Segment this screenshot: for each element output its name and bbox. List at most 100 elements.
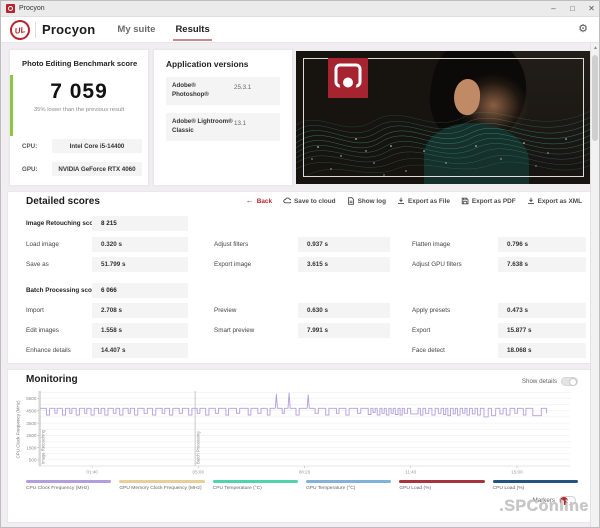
metric-label: Save as: [26, 261, 49, 268]
score-indicator-bar: [10, 75, 13, 136]
svg-text:3500: 3500: [26, 421, 37, 426]
legend-label: GPU Temperature (°C): [305, 485, 356, 491]
scrollbar-thumb[interactable]: [592, 55, 598, 141]
score-card: Photo Editing Benchmark score 7 059 35% …: [9, 49, 149, 186]
app-name: Adobe® Lightroom® Classic: [172, 117, 233, 134]
legend-item-cpu-temperature-c[interactable]: CPU Temperature (°C): [212, 480, 298, 491]
metric-label: Batch Processing score: [26, 287, 98, 294]
metric-value: 3.615 s: [298, 257, 390, 272]
svg-text:Batch Processing: Batch Processing: [196, 431, 201, 464]
action-back-button[interactable]: ← Back: [245, 196, 272, 205]
detailed-actions: ← Back Save to cloud Show log Export as File…: [246, 197, 582, 205]
action-label: Save to cloud: [294, 197, 336, 205]
watermark: .SPConline: [499, 498, 589, 515]
scrollbar[interactable]: ▲: [590, 43, 599, 527]
metric-value: 0.630 s: [298, 303, 390, 318]
svg-text:15:00: 15:00: [511, 470, 523, 475]
legend-label: GPU Load (%): [399, 485, 432, 491]
download-icon: [527, 197, 534, 205]
detailed-scores-title: Detailed scores: [26, 196, 100, 207]
scrollbar-up-arrow[interactable]: ▲: [591, 43, 599, 53]
metric-label: Flatten image: [412, 241, 451, 248]
score-comparison: 35% lower than the previous result: [33, 107, 125, 113]
minimize-button[interactable]: –: [544, 1, 563, 17]
metric-label: Smart preview: [214, 327, 255, 334]
benchmark-score: 7 059: [50, 80, 108, 103]
legend-item-gpu-temperature-c[interactable]: GPU Temperature (°C): [305, 480, 392, 491]
action-export-as-file-button[interactable]: Export as File: [397, 197, 450, 205]
metric-label: Export: [412, 327, 431, 334]
action-label: Export as File: [408, 197, 450, 205]
metric-value: 8 215: [92, 216, 188, 231]
brand-title: Procyon: [42, 22, 96, 37]
svg-text:1500: 1500: [26, 445, 37, 450]
metric-value: 0.796 s: [498, 237, 586, 252]
legend-label: CPU Temperature (°C): [212, 485, 262, 491]
legend-color-bar: [26, 480, 112, 483]
gpu-value: NVIDIA GeForce RTX 4060: [52, 162, 142, 176]
legend-color-bar: [305, 480, 392, 483]
nav-tab-my-suite[interactable]: My suite: [117, 17, 155, 43]
action-label: Export as PDF: [471, 197, 516, 205]
action-save-to-cloud-button[interactable]: Save to cloud: [283, 197, 336, 205]
document-icon: [347, 197, 354, 205]
legend-item-cpu-clock-frequency-mhz[interactable]: CPU Clock Frequency (MHz): [26, 480, 112, 491]
titlebar: Procyon – □ ✕: [1, 1, 599, 17]
close-button[interactable]: ✕: [582, 1, 599, 17]
legend-color-bar: [212, 480, 298, 483]
download-icon: [398, 197, 404, 205]
action-export-as-pdf-button[interactable]: Export as PDF: [461, 197, 516, 205]
hero-image: [296, 51, 591, 184]
procyon-logo: [328, 58, 368, 98]
action-show-log-button[interactable]: Show log: [347, 197, 386, 205]
window-title: Procyon: [19, 5, 45, 12]
svg-text:05:00: 05:00: [193, 470, 205, 475]
metric-label: Adjust GPU filters: [412, 261, 462, 268]
metric-value: 18.068 s: [498, 343, 586, 358]
metric-label: Import: [26, 307, 44, 314]
active-tab-underline: [173, 38, 212, 41]
legend-label: CPU Load (%): [492, 485, 525, 491]
app-versions-list: Adobe® Photoshop® 25.3.1 Adobe® Lightroom®…: [154, 77, 292, 141]
metric-label: Preview: [214, 307, 237, 314]
metric-value: 7.991 s: [298, 323, 390, 338]
metric-label: Face detect: [412, 347, 445, 354]
metric-label: Export image: [214, 261, 252, 268]
svg-text:08:20: 08:20: [299, 470, 311, 475]
svg-text:11:40: 11:40: [405, 470, 417, 475]
nav-tab-results[interactable]: Results: [173, 17, 212, 43]
maximize-button[interactable]: □: [563, 1, 582, 17]
metric-value: 0.320 s: [92, 237, 188, 252]
detailed-scores-section: Detailed scores ← Back Save to cloud Show l…: [7, 191, 591, 364]
metric-value: 15.877 s: [498, 323, 586, 338]
legend-item-gpu-load[interactable]: GPU Load (%): [399, 480, 485, 491]
metric-label: Load image: [26, 241, 59, 248]
show-details-label: Show details: [521, 378, 557, 385]
app-versions-card: Application versions Adobe® Photoshop® 25…: [153, 49, 293, 186]
legend-color-bar: [119, 480, 205, 483]
action-export-as-xml-button[interactable]: Export as XML: [527, 197, 582, 205]
gear-icon[interactable]: ⚙: [578, 22, 588, 35]
score-card-title: Photo Editing Benchmark score: [22, 59, 138, 68]
legend-label: CPU Clock Frequency (MHz): [26, 485, 90, 491]
metric-label: Enhance details: [26, 347, 71, 354]
chart-legend: CPU Clock Frequency (MHz) GPU Memory Cloc…: [26, 480, 578, 491]
legend-label: GPU Memory Clock Frequency (MHz): [119, 485, 202, 491]
metric-value: 1.558 s: [92, 323, 188, 338]
app-name: Adobe® Photoshop®: [172, 82, 209, 98]
metric-label: Edit images: [26, 327, 59, 334]
app-version-item: Adobe® Lightroom® Classic 13.1: [166, 112, 280, 141]
svg-text:2500: 2500: [26, 433, 37, 438]
legend-item-gpu-memory-clock-frequency-mhz[interactable]: GPU Memory Clock Frequency (MHz): [119, 480, 205, 491]
metric-label: Image Retouching score: [26, 220, 100, 227]
metric-value: 51.799 s: [92, 257, 188, 272]
show-details-toggle[interactable]: [561, 377, 578, 386]
app-icon: [6, 4, 15, 13]
monitoring-title: Monitoring: [26, 374, 78, 385]
app-version: 25.3.1: [234, 84, 252, 91]
back-icon: ←: [245, 196, 254, 205]
metric-value: 7.638 s: [498, 257, 586, 272]
legend-color-bar: [399, 480, 485, 483]
legend-item-cpu-load[interactable]: CPU Load (%): [492, 480, 578, 491]
navbar: UL Procyon My suite Results ⚙: [1, 17, 599, 43]
